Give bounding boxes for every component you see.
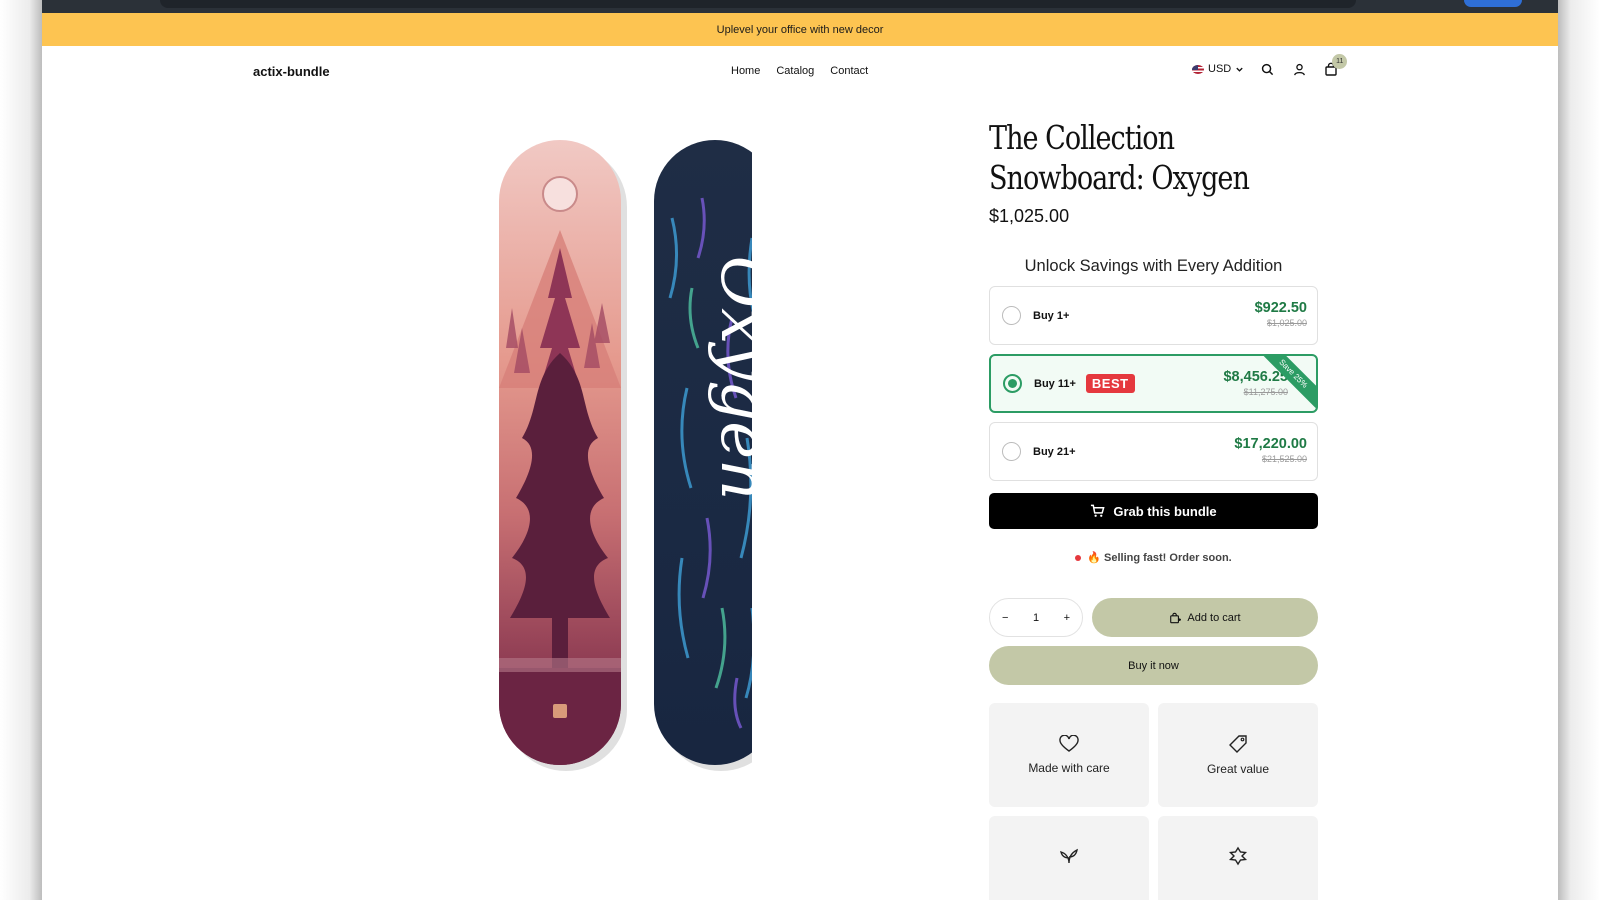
- option-prices: $922.50 $1,025.00: [1255, 300, 1307, 328]
- option-prices: $17,220.00 $21,525.00: [1234, 436, 1307, 464]
- currency-selector[interactable]: USD: [1192, 63, 1244, 75]
- grab-bundle-button[interactable]: Grab this bundle: [989, 493, 1318, 529]
- heart-icon: [1059, 735, 1079, 752]
- announcement-text: Uplevel your office with new decor: [716, 23, 884, 36]
- address-bar[interactable]: [160, 0, 1356, 8]
- product-title: The Collection Snowboard: Oxygen: [989, 118, 1250, 197]
- profile-button[interactable]: [1464, 0, 1522, 7]
- feature-label: Great value: [1206, 762, 1270, 776]
- store-logo[interactable]: actix-bundle: [253, 64, 330, 79]
- product-info: The Collection Snowboard: Oxygen $1,025.…: [989, 118, 1318, 900]
- header-actions: USD 11: [1192, 54, 1348, 78]
- best-badge: BEST: [1085, 374, 1135, 393]
- browser-toolbar: [42, 0, 1558, 13]
- cart-row: − 1 + Add to cart: [989, 598, 1318, 637]
- cart-icon[interactable]: 11: [1322, 54, 1348, 78]
- cart-count-badge: 11: [1332, 54, 1348, 69]
- nav-home[interactable]: Home: [731, 65, 760, 77]
- bundle-heading: Unlock Savings with Every Addition: [1024, 257, 1283, 275]
- feature-label: Made with care: [1028, 761, 1110, 775]
- red-dot-icon: [1075, 554, 1082, 561]
- browser-window: Uplevel your office with new decor actix…: [42, 0, 1558, 900]
- site-header: actix-bundle Home Catalog Contact USD 11: [42, 46, 1558, 98]
- option-price: $17,220.00: [1234, 436, 1307, 452]
- nav-contact[interactable]: Contact: [830, 65, 868, 77]
- us-flag-icon: [1192, 64, 1204, 74]
- option-label: Buy 1+: [1033, 309, 1070, 322]
- navy-snowboard: Oxygen: [654, 140, 752, 765]
- option-compare-price: $21,525.00: [1261, 454, 1307, 464]
- urgency-text: 🔥 Selling fast! Order soon.: [1087, 552, 1232, 564]
- option-label: Buy 21+: [1033, 445, 1076, 458]
- bag-plus-icon: [1170, 612, 1182, 623]
- feature-grid: Made with care Great value: [989, 703, 1318, 900]
- feature-card: [1158, 816, 1318, 900]
- radio-button-selected[interactable]: [1003, 374, 1022, 393]
- puzzle-icon: [1228, 846, 1248, 866]
- currency-label: USD: [1208, 63, 1232, 75]
- buy-it-now-label: Buy it now: [1128, 659, 1179, 672]
- window-shadow-right: [1558, 0, 1600, 900]
- add-to-cart-button[interactable]: Add to cart: [1092, 598, 1318, 637]
- product-image[interactable]: Oxygen: [452, 138, 752, 773]
- bundle-options: Buy 1+ $922.50 $1,025.00 Buy 11+ BEST $8…: [989, 286, 1318, 481]
- cart-icon: [1091, 504, 1105, 517]
- add-to-cart-label: Add to cart: [1187, 611, 1241, 624]
- main-nav: Home Catalog Contact: [731, 65, 868, 77]
- pink-snowboard: [499, 140, 621, 765]
- feature-card: Made with care: [989, 703, 1149, 807]
- quantity-stepper: − 1 +: [989, 598, 1083, 637]
- radio-button[interactable]: [1002, 442, 1021, 461]
- feature-card: Great value: [1158, 703, 1318, 807]
- quantity-increase-button[interactable]: +: [1064, 612, 1070, 624]
- quantity-value[interactable]: 1: [1033, 612, 1039, 624]
- chevron-down-icon: [1236, 67, 1243, 72]
- radio-button[interactable]: [1002, 306, 1021, 325]
- search-icon[interactable]: [1258, 60, 1276, 78]
- board-logo-text: Oxygen: [706, 256, 752, 501]
- window-shadow-left: [0, 0, 42, 900]
- account-icon[interactable]: [1290, 60, 1308, 78]
- option-compare-price: $1,025.00: [1266, 318, 1307, 328]
- bundle-option-11[interactable]: Buy 11+ BEST $8,456.25 $11,275.00 Save 2…: [989, 354, 1318, 413]
- bundle-option-1[interactable]: Buy 1+ $922.50 $1,025.00: [989, 286, 1318, 345]
- tag-icon: [1229, 735, 1247, 753]
- urgency-message: 🔥 Selling fast! Order soon.: [989, 551, 1318, 564]
- option-compare-price: $11,275.00: [1243, 387, 1288, 397]
- quantity-decrease-button[interactable]: −: [1002, 612, 1008, 624]
- announcement-bar: Uplevel your office with new decor: [42, 13, 1558, 46]
- feature-card: [989, 816, 1149, 900]
- option-label: Buy 11+: [1034, 377, 1076, 390]
- buy-it-now-button[interactable]: Buy it now: [989, 646, 1318, 685]
- option-prices: $8,456.25 $11,275.00: [1223, 369, 1288, 397]
- grab-bundle-label: Grab this bundle: [1113, 503, 1217, 519]
- bundle-option-21[interactable]: Buy 21+ $17,220.00 $21,525.00: [989, 422, 1318, 481]
- nav-catalog[interactable]: Catalog: [776, 65, 814, 77]
- product-price: $1,025.00: [989, 206, 1070, 226]
- leaf-icon: [1060, 848, 1078, 864]
- option-price: $922.50: [1254, 300, 1307, 316]
